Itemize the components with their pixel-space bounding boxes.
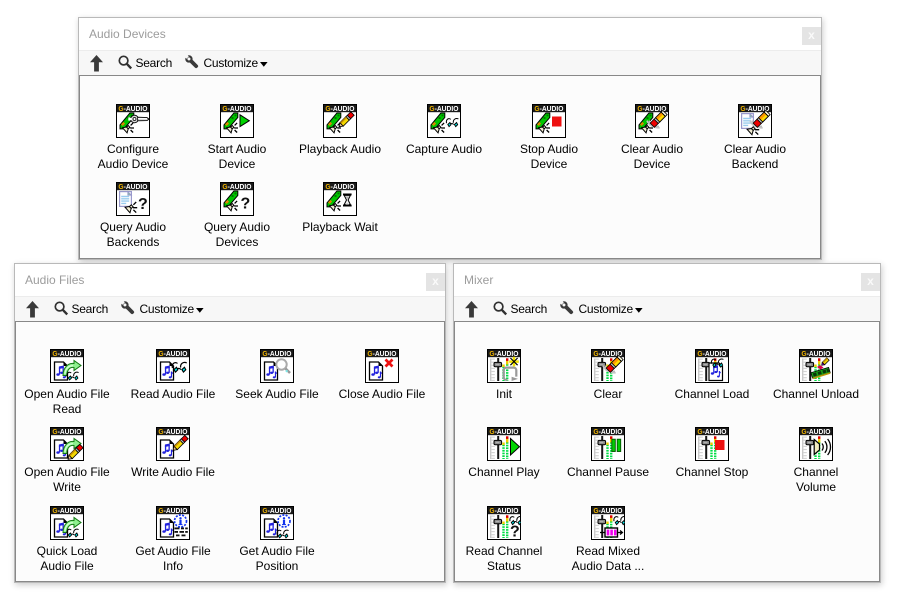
svg-text:G-AUDIO: G-AUDIO [158, 508, 188, 515]
svg-text:G-AUDIO: G-AUDIO [801, 429, 831, 436]
svg-text:G-AUDIO: G-AUDIO [118, 184, 148, 191]
svg-text:G-AUDIO: G-AUDIO [697, 429, 727, 436]
svg-text:G-AUDIO: G-AUDIO [52, 508, 82, 515]
svg-text:G-AUDIO: G-AUDIO [158, 429, 188, 436]
svg-text:G-AUDIO: G-AUDIO [593, 429, 623, 436]
svg-text:G-AUDIO: G-AUDIO [697, 351, 727, 358]
svg-text:G-AUDIO: G-AUDIO [118, 106, 148, 113]
svg-text:G-AUDIO: G-AUDIO [262, 508, 292, 515]
svg-text:G-AUDIO: G-AUDIO [801, 351, 831, 358]
svg-text:G-AUDIO: G-AUDIO [52, 351, 82, 358]
svg-text:G-AUDIO: G-AUDIO [367, 351, 397, 358]
svg-text:G-AUDIO: G-AUDIO [489, 508, 519, 515]
svg-text:?: ? [241, 196, 251, 213]
svg-text:G-AUDIO: G-AUDIO [534, 106, 564, 113]
svg-text:G-AUDIO: G-AUDIO [325, 184, 355, 191]
svg-text:G-AUDIO: G-AUDIO [262, 351, 292, 358]
svg-text:G-AUDIO: G-AUDIO [158, 351, 188, 358]
svg-text:G-AUDIO: G-AUDIO [489, 429, 519, 436]
svg-text:G-AUDIO: G-AUDIO [222, 184, 252, 191]
svg-text:G-AUDIO: G-AUDIO [429, 106, 459, 113]
svg-text:G-AUDIO: G-AUDIO [52, 429, 82, 436]
svg-text:G-AUDIO: G-AUDIO [222, 106, 252, 113]
svg-text:G-AUDIO: G-AUDIO [593, 508, 623, 515]
svg-text:?: ? [138, 196, 148, 213]
svg-text:?: ? [510, 524, 520, 541]
